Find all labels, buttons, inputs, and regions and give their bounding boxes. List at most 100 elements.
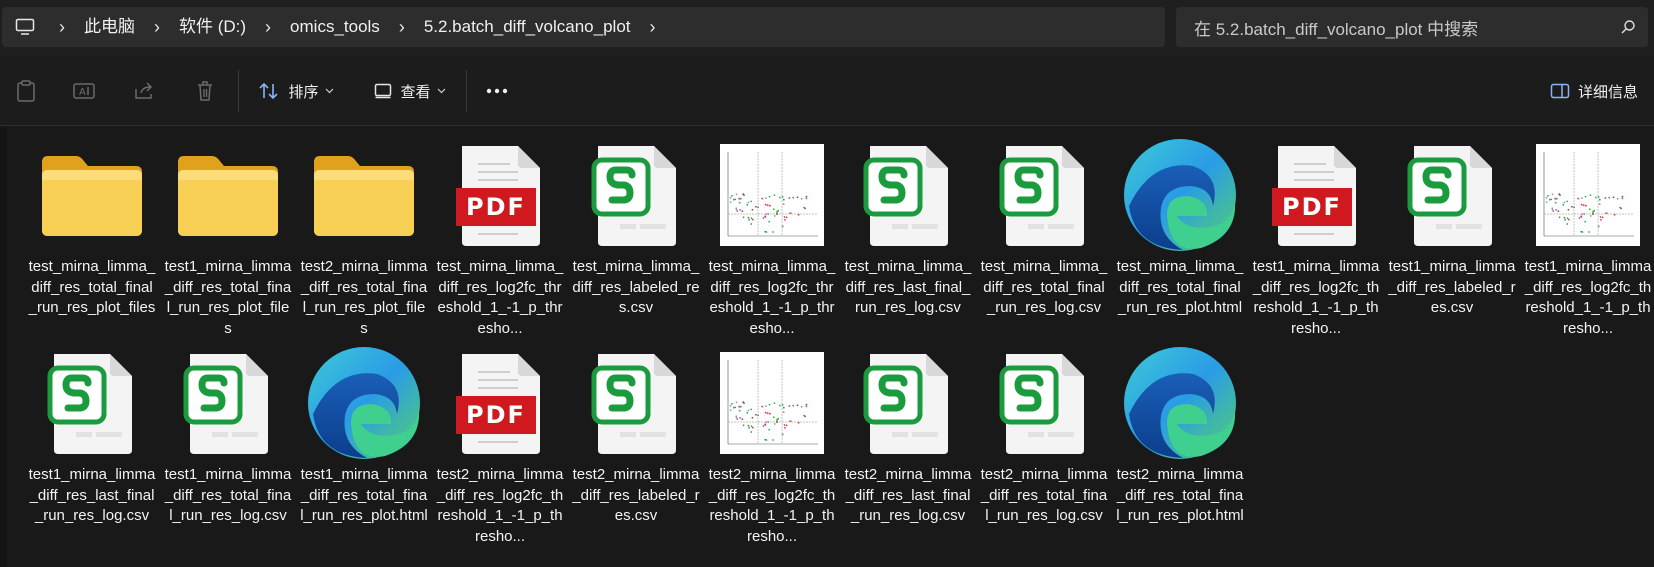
file-item[interactable]: test2_mirna_limma_diff_res_total_final_r… [976, 343, 1112, 551]
file-item[interactable]: test1_mirna_limma_diff_res_labeled_res.c… [1384, 135, 1520, 343]
breadcrumb-item-this-pc[interactable]: 此电脑 [76, 7, 143, 47]
file-thumbnail[interactable] [980, 343, 1108, 463]
chevron-right-icon[interactable]: › [48, 7, 76, 47]
view-icon [375, 83, 392, 99]
file-name[interactable]: test2_mirna_limma_diff_res_log2fc_thresh… [708, 465, 836, 547]
file-thumbnail[interactable] [844, 135, 972, 255]
file-item[interactable]: test_mirna_limma_diff_res_total_final_ru… [1112, 135, 1248, 343]
breadcrumb-item-omics-tools[interactable]: omics_tools [282, 7, 388, 47]
file-name[interactable]: test1_mirna_limma_diff_res_log2fc_thresh… [1252, 257, 1380, 339]
file-thumbnail[interactable] [1388, 135, 1516, 255]
file-thumbnail[interactable] [1116, 135, 1244, 255]
chevron-right-icon[interactable]: › [639, 7, 667, 47]
breadcrumb-item-current-folder[interactable]: 5.2.batch_diff_volcano_plot [416, 7, 639, 47]
share-button[interactable] [124, 70, 164, 112]
file-name[interactable]: test_mirna_limma_diff_res_labeled_res.cs… [572, 257, 700, 319]
file-thumbnail[interactable] [164, 135, 292, 255]
delete-icon [198, 81, 212, 101]
file-name[interactable]: test1_mirna_limma_diff_res_total_final_r… [164, 465, 292, 527]
file-thumbnail[interactable]: PDF [436, 135, 564, 255]
file-item[interactable]: PDF test_mirna_limma_diff_res_log2fc_thre… [432, 135, 568, 343]
file-name[interactable]: test2_mirna_limma_diff_res_total_final_r… [1116, 465, 1244, 527]
paste-button[interactable] [6, 70, 46, 112]
breadcrumb[interactable]: › 此电脑 › 软件 (D:) › omics_tools › 5.2.batc… [2, 7, 1165, 47]
search-input[interactable]: 在 5.2.batch_diff_volcano_plot 中搜索 [1176, 7, 1648, 47]
file-grid: test_mirna_limma_diff_res_total_final_ru… [24, 135, 1654, 551]
toolbar-divider [466, 70, 467, 112]
chevron-down-icon [437, 88, 445, 94]
command-bar: A 排序 查看 详细信息 [0, 56, 1654, 126]
file-name[interactable]: test1_mirna_limma_diff_res_total_final_r… [164, 257, 292, 339]
this-pc-icon[interactable] [2, 7, 48, 47]
svg-text:PDF: PDF [466, 401, 526, 429]
breadcrumb-item-drive[interactable]: 软件 (D:) [171, 7, 254, 47]
file-item[interactable]: test_mirna_limma_diff_res_last_final_run… [840, 135, 976, 343]
chevron-right-icon[interactable]: › [388, 7, 416, 47]
spreadsheet-icon [999, 146, 1084, 246]
svg-text:PDF: PDF [1282, 193, 1342, 221]
file-name[interactable]: test_mirna_limma_diff_res_total_final_ru… [980, 257, 1108, 319]
file-thumbnail[interactable] [300, 343, 428, 463]
file-item[interactable]: test2_mirna_limma_diff_res_log2fc_thresh… [704, 343, 840, 551]
file-item[interactable]: test1_mirna_limma_diff_res_total_final_r… [296, 343, 432, 551]
file-thumbnail[interactable]: PDF [436, 343, 564, 463]
chevron-right-icon[interactable]: › [143, 7, 171, 47]
file-name[interactable]: test_mirna_limma_diff_res_log2fc_thresho… [436, 257, 564, 339]
rename-button[interactable]: A [64, 70, 104, 112]
file-thumbnail[interactable]: PDF [1252, 135, 1380, 255]
file-item[interactable]: test2_mirna_limma_diff_res_last_final_ru… [840, 343, 976, 551]
file-thumbnail[interactable] [1116, 343, 1244, 463]
file-item[interactable]: test2_mirna_limma_diff_res_labeled_res.c… [568, 343, 704, 551]
file-thumbnail[interactable] [708, 135, 836, 255]
delete-button[interactable] [185, 70, 225, 112]
file-item[interactable]: PDF test2_mirna_limma_diff_res_log2fc_thr… [432, 343, 568, 551]
file-name[interactable]: test2_mirna_limma_diff_res_labeled_res.c… [572, 465, 700, 527]
file-name[interactable]: test2_mirna_limma_diff_res_last_final_ru… [844, 465, 972, 527]
file-thumbnail[interactable] [300, 135, 428, 255]
file-item[interactable]: test1_mirna_limma_diff_res_total_final_r… [160, 135, 296, 343]
paste-icon [17, 80, 35, 102]
address-bar: › 此电脑 › 软件 (D:) › omics_tools › 5.2.batc… [0, 0, 1654, 56]
chevron-right-icon[interactable]: › [254, 7, 282, 47]
file-thumbnail[interactable] [164, 343, 292, 463]
file-name[interactable]: test1_mirna_limma_diff_res_log2fc_thresh… [1524, 257, 1652, 339]
view-button[interactable]: 查看 [370, 70, 450, 112]
file-thumbnail[interactable] [572, 343, 700, 463]
details-pane-button[interactable]: 详细信息 [1544, 70, 1644, 112]
file-name[interactable]: test1_mirna_limma_diff_res_last_final_ru… [28, 465, 156, 527]
file-thumbnail[interactable] [844, 343, 972, 463]
svg-text:PDF: PDF [466, 193, 526, 221]
more-button[interactable] [480, 70, 514, 112]
file-name[interactable]: test_mirna_limma_diff_res_last_final_run… [844, 257, 972, 319]
file-item[interactable]: test1_mirna_limma_diff_res_total_final_r… [160, 343, 296, 551]
spreadsheet-icon [863, 354, 948, 454]
file-name[interactable]: test1_mirna_limma_diff_res_labeled_res.c… [1388, 257, 1516, 319]
file-item[interactable]: test_mirna_limma_diff_res_total_final_ru… [24, 135, 160, 343]
file-name[interactable]: test2_mirna_limma_diff_res_log2fc_thresh… [436, 465, 564, 547]
file-item[interactable]: test2_mirna_limma_diff_res_total_final_r… [296, 135, 432, 343]
file-item[interactable]: test1_mirna_limma_diff_res_last_final_ru… [24, 343, 160, 551]
sort-button[interactable]: 排序 [256, 70, 336, 112]
search-icon[interactable] [1608, 19, 1648, 35]
file-item[interactable]: test_mirna_limma_diff_res_total_final_ru… [976, 135, 1112, 343]
file-thumbnail[interactable] [28, 135, 156, 255]
search-placeholder[interactable]: 在 5.2.batch_diff_volcano_plot 中搜索 [1176, 15, 1608, 40]
file-thumbnail[interactable] [980, 135, 1108, 255]
pdf-icon: PDF [456, 146, 540, 246]
file-item[interactable]: test_mirna_limma_diff_res_log2fc_thresho… [704, 135, 840, 343]
toolbar-divider [238, 70, 239, 112]
file-name[interactable]: test2_mirna_limma_diff_res_total_final_r… [980, 465, 1108, 527]
file-item[interactable]: test_mirna_limma_diff_res_labeled_res.cs… [568, 135, 704, 343]
file-item[interactable]: test2_mirna_limma_diff_res_total_final_r… [1112, 343, 1248, 551]
file-name[interactable]: test_mirna_limma_diff_res_total_final_ru… [28, 257, 156, 319]
file-thumbnail[interactable] [708, 343, 836, 463]
file-name[interactable]: test_mirna_limma_diff_res_log2fc_thresho… [708, 257, 836, 339]
file-name[interactable]: test1_mirna_limma_diff_res_total_final_r… [300, 465, 428, 527]
file-thumbnail[interactable] [1524, 135, 1652, 255]
file-item[interactable]: PDF test1_mirna_limma_diff_res_log2fc_thr… [1248, 135, 1384, 343]
file-name[interactable]: test_mirna_limma_diff_res_total_final_ru… [1116, 257, 1244, 319]
file-name[interactable]: test2_mirna_limma_diff_res_total_final_r… [300, 257, 428, 339]
file-thumbnail[interactable] [28, 343, 156, 463]
file-thumbnail[interactable] [572, 135, 700, 255]
file-item[interactable]: test1_mirna_limma_diff_res_log2fc_thresh… [1520, 135, 1654, 343]
